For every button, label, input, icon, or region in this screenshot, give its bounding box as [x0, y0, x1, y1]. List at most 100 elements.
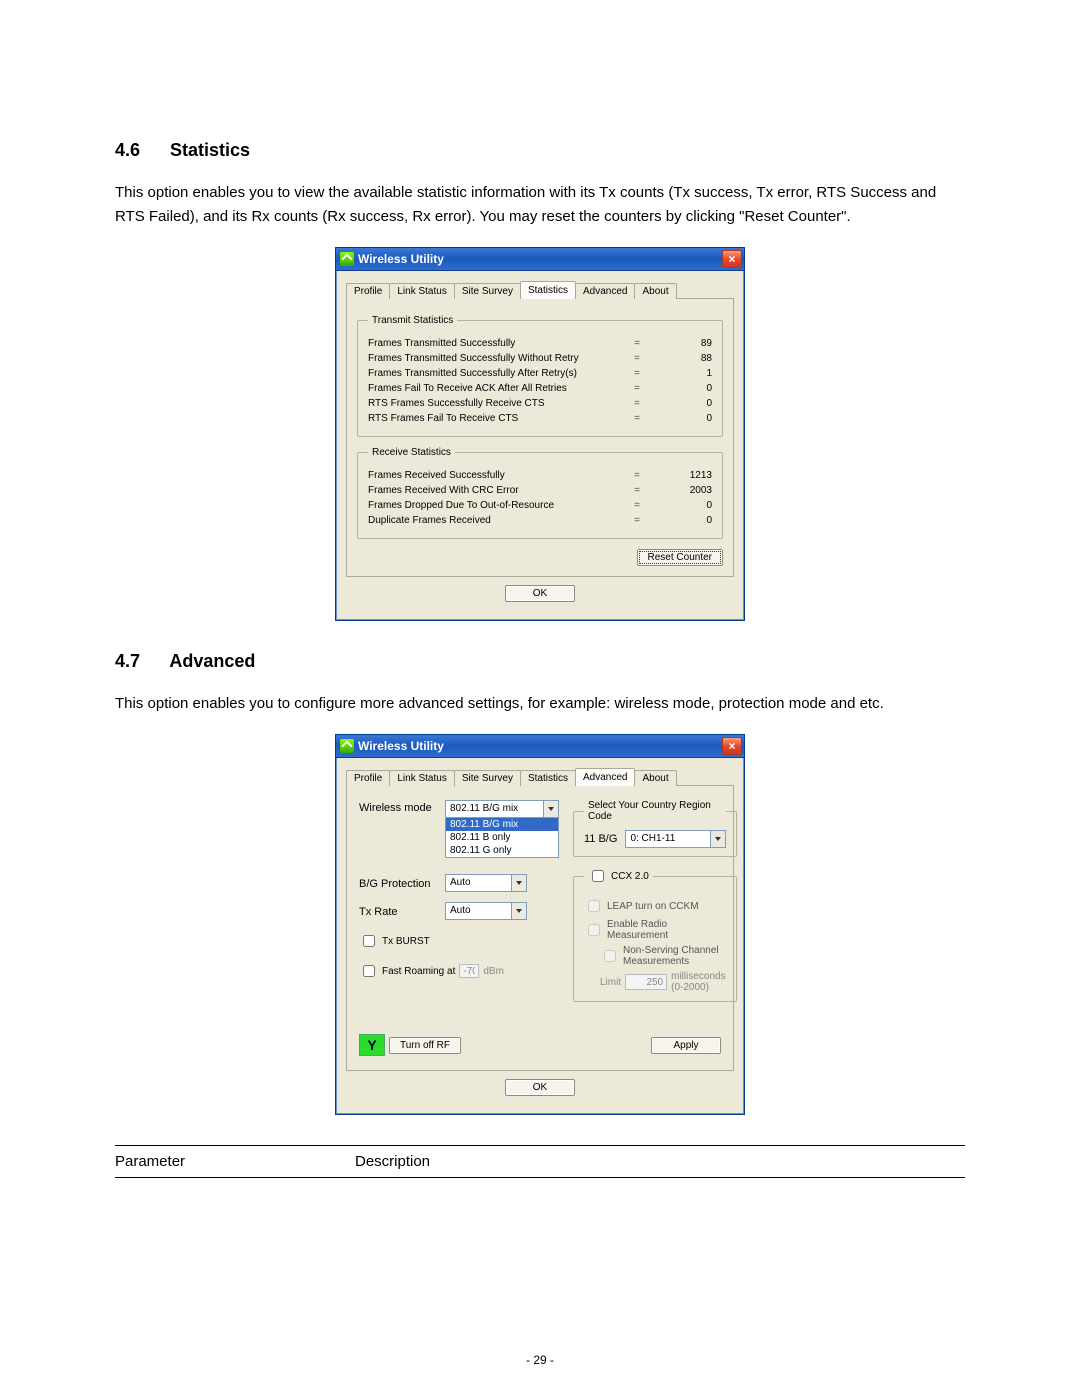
dropdown-option[interactable]: 802.11 G only — [446, 844, 558, 857]
limit-input — [625, 974, 667, 990]
unit-dbm: dBm — [483, 966, 504, 977]
stat-label: Duplicate Frames Received — [368, 515, 622, 526]
tab-advanced[interactable]: Advanced — [575, 283, 635, 299]
bg-protection-value: Auto — [446, 875, 511, 891]
label-bg-protection: B/G Protection — [359, 876, 445, 890]
ok-button[interactable]: OK — [505, 1079, 575, 1096]
stat-row: Frames Transmitted Successfully Without … — [368, 353, 712, 364]
stat-row: RTS Frames Fail To Receive CTS=0 — [368, 413, 712, 424]
tab-about[interactable]: About — [634, 770, 676, 786]
wireless-mode-dropdown-list: 802.11 B/G mix 802.11 B only 802.11 G on… — [445, 818, 559, 858]
section-number: 4.7 — [115, 651, 165, 672]
equals-sign: = — [622, 500, 652, 511]
groupbox-ccx: CCX 2.0 LEAP turn on CCKM Enable Radio M… — [573, 867, 737, 1002]
tx-rate-combo[interactable]: Auto — [445, 902, 527, 920]
group-legend-country: Select Your Country Region Code — [584, 800, 726, 822]
chevron-down-icon — [543, 801, 558, 817]
page-number: - 29 - — [0, 1353, 1080, 1367]
checkbox-input — [588, 900, 600, 912]
tab-site-survey[interactable]: Site Survey — [454, 770, 521, 786]
tab-site-survey[interactable]: Site Survey — [454, 283, 521, 299]
wireless-mode-combo[interactable]: 802.11 B/G mix — [445, 800, 559, 818]
checkbox-input[interactable] — [363, 935, 375, 947]
stat-value: 1213 — [652, 470, 712, 481]
stat-value: 1 — [652, 368, 712, 379]
stat-row: RTS Frames Successfully Receive CTS=0 — [368, 398, 712, 409]
app-icon — [340, 252, 354, 266]
tab-link-status[interactable]: Link Status — [389, 283, 454, 299]
wireless-utility-dialog-advanced: Wireless Utility × Profile Link Status S… — [335, 734, 745, 1115]
fast-roaming-checkbox[interactable] — [363, 965, 375, 977]
section-paragraph-statistics: This option enables you to view the avai… — [115, 181, 965, 229]
fast-roaming-input[interactable] — [459, 964, 479, 978]
stat-label: Frames Fail To Receive ACK After All Ret… — [368, 383, 622, 394]
tx-burst-checkbox[interactable]: Tx BURST — [359, 932, 559, 950]
close-icon[interactable]: × — [722, 250, 742, 268]
app-icon — [340, 739, 354, 753]
window-title: Wireless Utility — [358, 739, 444, 753]
wireless-mode-value: 802.11 B/G mix — [446, 801, 543, 817]
tab-link-status[interactable]: Link Status — [389, 770, 454, 786]
label-band: 11 B/G — [584, 833, 617, 845]
stat-label: Frames Received With CRC Error — [368, 485, 622, 496]
section-title: Advanced — [169, 651, 255, 671]
tab-advanced[interactable]: Advanced — [575, 768, 635, 786]
unit-ms: milliseconds (0-2000) — [671, 971, 725, 993]
stat-row: Duplicate Frames Received=0 — [368, 515, 712, 526]
dropdown-option[interactable]: 802.11 B/G mix — [446, 818, 558, 831]
equals-sign: = — [622, 353, 652, 364]
dropdown-option[interactable]: 802.11 B only — [446, 831, 558, 844]
radio-measurement-checkbox: Enable Radio Measurement — [584, 919, 726, 941]
ok-button[interactable]: OK — [505, 585, 575, 602]
window-title: Wireless Utility — [358, 252, 444, 266]
reset-counter-button[interactable]: Reset Counter — [637, 549, 723, 566]
stat-label: Frames Received Successfully — [368, 470, 622, 481]
equals-sign: = — [622, 515, 652, 526]
country-combo[interactable]: 0: CH1-11 — [625, 830, 725, 848]
stat-row: Frames Dropped Due To Out-of-Resource=0 — [368, 500, 712, 511]
nonserving-checkbox: Non-Serving Channel Measurements — [600, 945, 726, 967]
fast-roaming-label: Fast Roaming at — [382, 966, 455, 977]
tab-about[interactable]: About — [634, 283, 676, 299]
stat-row: Frames Received With CRC Error=2003 — [368, 485, 712, 496]
turn-off-rf-button[interactable]: Turn off RF — [389, 1037, 461, 1054]
stat-value: 0 — [652, 413, 712, 424]
checkbox-label: Tx BURST — [382, 936, 430, 947]
groupbox-receive: Receive Statistics Frames Received Succe… — [357, 447, 723, 539]
label-limit: Limit — [600, 977, 621, 988]
checkbox-label: Non-Serving Channel Measurements — [623, 945, 726, 967]
equals-sign: = — [622, 338, 652, 349]
rf-icon: Y — [359, 1034, 385, 1056]
tx-rate-value: Auto — [446, 903, 511, 919]
leap-checkbox: LEAP turn on CCKM — [584, 897, 726, 915]
stat-label: Frames Transmitted Successfully After Re… — [368, 368, 622, 379]
groupbox-country: Select Your Country Region Code 11 B/G 0… — [573, 800, 737, 857]
titlebar: Wireless Utility × — [336, 735, 744, 758]
tab-profile[interactable]: Profile — [346, 770, 390, 786]
group-legend-receive: Receive Statistics — [368, 447, 455, 458]
ccx-checkbox[interactable]: CCX 2.0 — [588, 867, 649, 885]
checkbox-input[interactable] — [592, 870, 604, 882]
label-wireless-mode: Wireless mode — [359, 800, 445, 814]
stat-label: Frames Transmitted Successfully Without … — [368, 353, 622, 364]
stat-row: Frames Received Successfully=1213 — [368, 470, 712, 481]
chevron-down-icon — [710, 831, 725, 847]
equals-sign: = — [622, 368, 652, 379]
tab-statistics[interactable]: Statistics — [520, 770, 576, 786]
apply-button[interactable]: Apply — [651, 1037, 721, 1054]
groupbox-transmit: Transmit Statistics Frames Transmitted S… — [357, 315, 723, 437]
equals-sign: = — [622, 470, 652, 481]
tab-statistics[interactable]: Statistics — [520, 281, 576, 299]
checkbox-input — [588, 924, 600, 936]
tab-bar: Profile Link Status Site Survey Statisti… — [346, 281, 734, 299]
tab-bar: Profile Link Status Site Survey Statisti… — [346, 768, 734, 786]
table-header-description: Description — [355, 1146, 965, 1178]
stat-label: RTS Frames Successfully Receive CTS — [368, 398, 622, 409]
tab-profile[interactable]: Profile — [346, 283, 390, 299]
wireless-utility-dialog-statistics: Wireless Utility × Profile Link Status S… — [335, 247, 745, 621]
tabpanel-advanced: Wireless mode 802.11 B/G mix 802.11 B/G … — [346, 785, 734, 1071]
table-header-parameter: Parameter — [115, 1146, 355, 1178]
close-icon[interactable]: × — [722, 737, 742, 755]
bg-protection-combo[interactable]: Auto — [445, 874, 527, 892]
equals-sign: = — [622, 398, 652, 409]
